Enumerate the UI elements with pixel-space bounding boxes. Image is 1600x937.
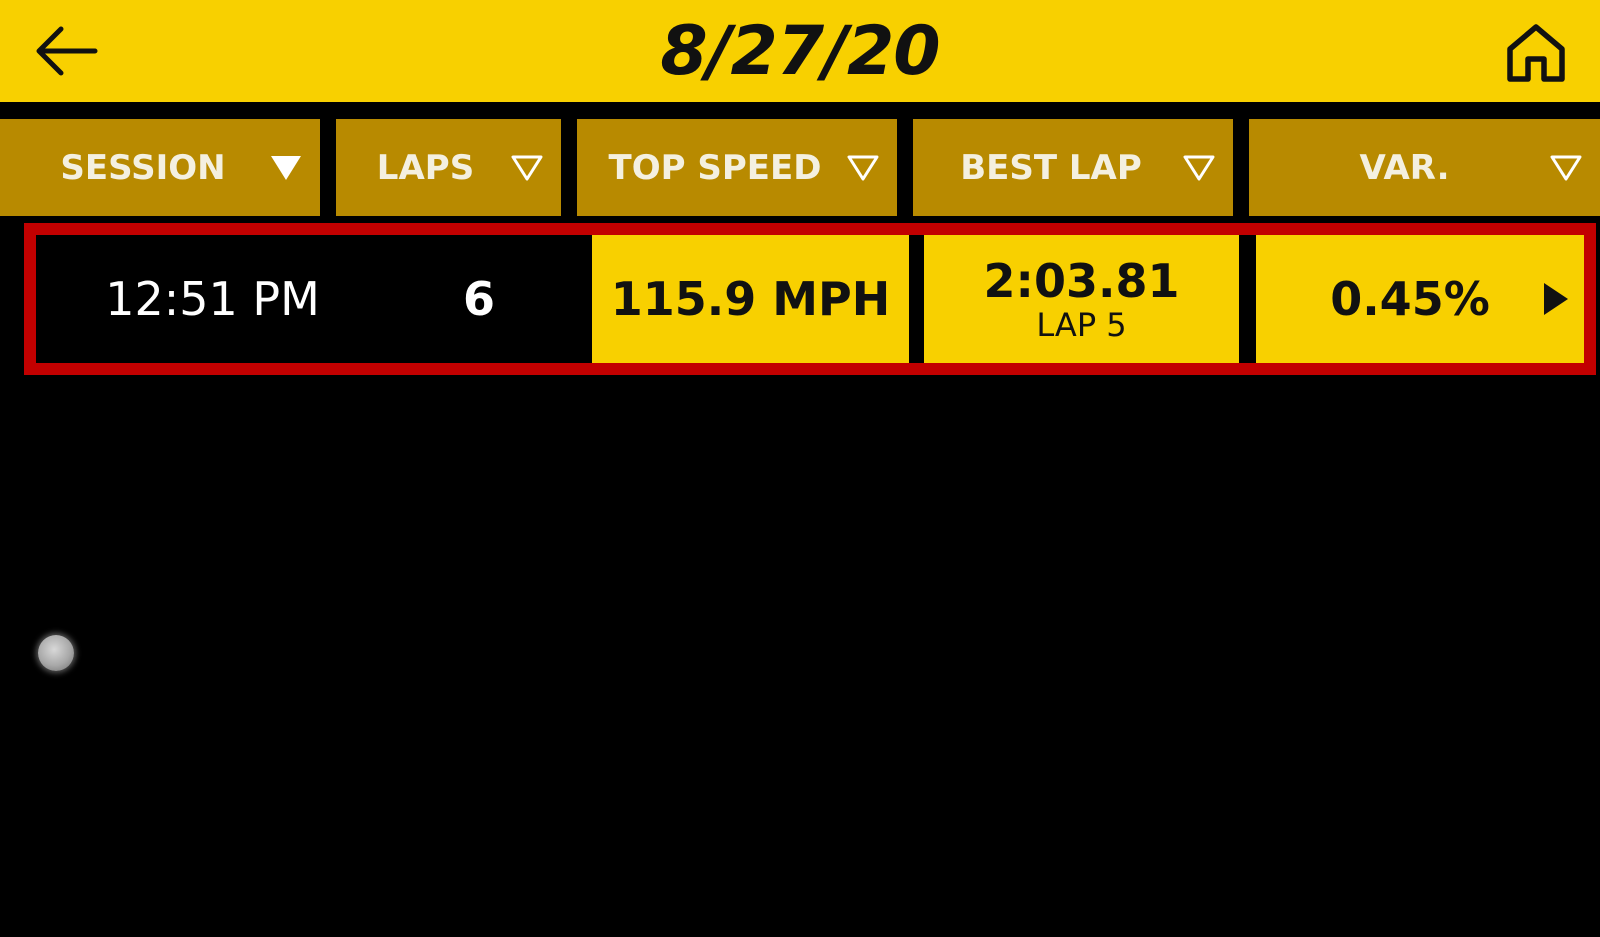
back-button[interactable]: [28, 18, 104, 84]
column-label: BEST LAP: [960, 147, 1142, 188]
top-speed-value: 115.9 MPH: [610, 272, 891, 326]
sort-toggle-icon: [507, 148, 547, 188]
home-button[interactable]: [1498, 14, 1574, 90]
column-header-variance[interactable]: VAR.: [1249, 119, 1600, 216]
best-lap-cell: 2:03.81 LAP 5: [924, 235, 1239, 363]
chevron-right-icon[interactable]: [1538, 279, 1572, 319]
arrow-left-icon: [36, 26, 98, 76]
top-bar: 8/27/20: [0, 0, 1600, 102]
column-header-laps[interactable]: LAPS: [336, 119, 561, 216]
session-time: 12:51 PM: [105, 272, 320, 326]
column-label: TOP SPEED: [608, 147, 822, 188]
variance-cell: 0.45%: [1256, 235, 1584, 363]
column-label: SESSION: [60, 147, 226, 188]
session-time-cell: 12:51 PM: [36, 235, 355, 363]
sort-toggle-icon: [1546, 148, 1586, 188]
top-speed-cell: 115.9 MPH: [592, 235, 909, 363]
column-label: VAR.: [1359, 147, 1450, 188]
best-lap-number: LAP 5: [1036, 306, 1127, 344]
sort-descending-icon: [266, 148, 306, 188]
column-label: LAPS: [376, 147, 475, 188]
session-list-screen: 8/27/20 SESSION LAPS TOP SPEED BEST LAP …: [0, 0, 1600, 937]
column-header-session[interactable]: SESSION: [0, 119, 320, 216]
sort-toggle-icon: [1179, 148, 1219, 188]
sort-toggle-icon: [843, 148, 883, 188]
page-title: 8/27/20: [660, 12, 940, 91]
variance-value: 0.45%: [1330, 272, 1490, 326]
column-header-best-lap[interactable]: BEST LAP: [913, 119, 1233, 216]
laps-count: 6: [462, 272, 495, 326]
best-lap-time: 2:03.81: [983, 254, 1180, 308]
session-row-selected[interactable]: 12:51 PM 6 115.9 MPH 2:03.81 LAP 5 0.45%: [24, 223, 1596, 375]
touch-indicator: [38, 635, 74, 671]
home-icon: [1507, 24, 1565, 82]
laps-cell: 6: [355, 235, 589, 363]
column-header-top-speed[interactable]: TOP SPEED: [577, 119, 897, 216]
